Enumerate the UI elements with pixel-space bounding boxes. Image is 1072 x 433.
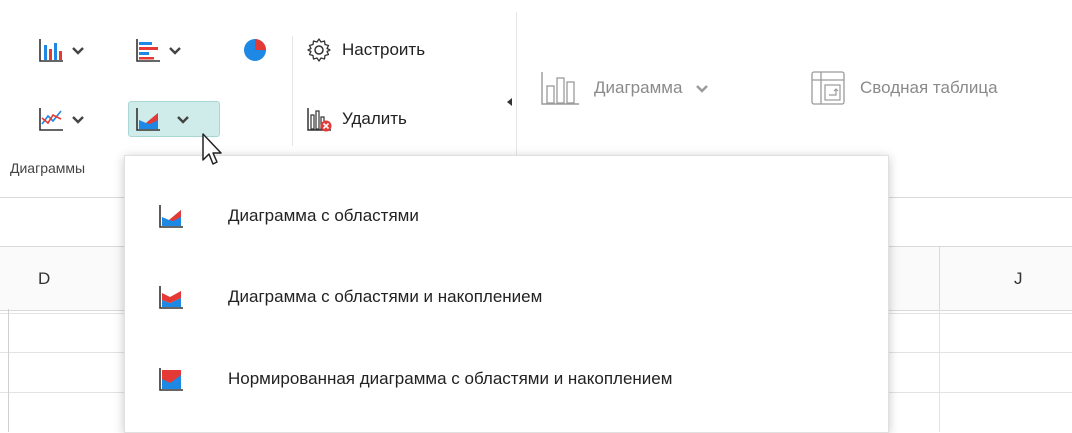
menu-item-label: Диаграмма с областями <box>228 206 419 225</box>
chart-label: Диаграмма <box>594 78 683 97</box>
configure-label: Настроить <box>342 40 426 59</box>
chart-button[interactable]: Диаграмма <box>540 70 710 106</box>
column-chart-icon <box>38 37 64 63</box>
chevron-down-icon[interactable] <box>167 42 183 58</box>
stacked-area-chart-icon <box>158 284 184 310</box>
delete-chart-icon <box>306 106 332 132</box>
collapse-group-arrow-icon[interactable] <box>507 98 512 106</box>
group-label-charts: Диаграммы <box>10 160 86 176</box>
cell-divider <box>939 309 940 432</box>
column-divider <box>939 247 940 310</box>
chevron-down-icon[interactable] <box>694 80 710 96</box>
mouse-cursor-icon <box>200 132 230 172</box>
pie-chart-button[interactable] <box>242 37 268 63</box>
configure-button[interactable]: Настроить <box>306 37 425 63</box>
chevron-down-icon[interactable] <box>70 111 86 127</box>
menu-item-label: Нормированная диаграмма с областями и на… <box>228 369 673 388</box>
column-chart-split-button[interactable] <box>38 37 86 63</box>
menu-item-stacked-area-chart[interactable]: Диаграмма с областями и накоплением <box>125 267 888 327</box>
line-chart-icon <box>38 106 64 132</box>
area-chart-icon <box>158 203 184 229</box>
area-chart-icon <box>135 106 161 132</box>
column-header-j[interactable]: J <box>1014 269 1023 289</box>
menu-item-area-chart[interactable]: Диаграмма с областями <box>125 186 888 246</box>
line-chart-split-button[interactable] <box>38 106 86 132</box>
column-header-d[interactable]: D <box>38 269 50 289</box>
menu-item-label: Диаграмма с областями и накоплением <box>228 287 543 306</box>
pivot-table-icon <box>810 70 846 106</box>
bar-chart-split-button[interactable] <box>135 37 183 63</box>
chevron-down-icon[interactable] <box>175 111 191 127</box>
percent-stacked-area-chart-icon <box>158 366 184 392</box>
delete-chart-button[interactable]: Удалить <box>306 106 407 132</box>
delete-label: Удалить <box>342 109 407 128</box>
chart-gray-icon <box>540 70 580 106</box>
ribbon-separator <box>292 36 293 146</box>
cell-divider <box>8 309 9 432</box>
gear-icon <box>306 37 332 63</box>
pivot-table-label: Сводная таблица <box>860 78 998 97</box>
bar-chart-icon <box>135 37 161 63</box>
pie-chart-icon <box>242 37 268 63</box>
area-chart-dropdown-menu: Диаграмма с областями Диаграмма с област… <box>124 155 889 433</box>
pivot-table-button[interactable]: Сводная таблица <box>810 70 998 106</box>
chevron-down-icon[interactable] <box>70 42 86 58</box>
menu-item-percent-stacked-area-chart[interactable]: Нормированная диаграмма с областями и на… <box>125 349 888 409</box>
